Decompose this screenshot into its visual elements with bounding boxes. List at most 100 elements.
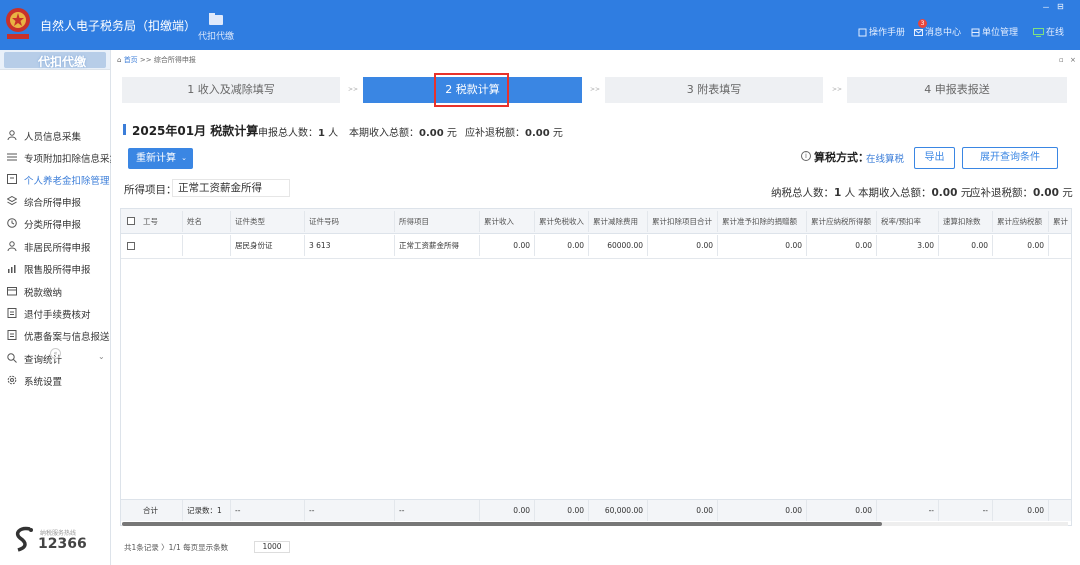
expand-filter-button[interactable]: 展开查询条件 xyxy=(962,147,1058,169)
chevron-down-icon: ⌄ xyxy=(181,154,187,162)
footer-cell: -- xyxy=(305,500,395,521)
recalculate-button[interactable]: 重新计算 ⌄ xyxy=(128,148,193,169)
restore-button[interactable]: ⊟ xyxy=(1057,2,1064,11)
sidebar-item-1[interactable]: 专项附加扣除信息采集 xyxy=(0,147,111,167)
online-status[interactable]: 在线 xyxy=(1033,25,1064,38)
scrollbar-thumb[interactable] xyxy=(122,522,882,526)
section-marker xyxy=(123,124,126,135)
table-cell xyxy=(139,235,183,256)
collapse-sidebar-button[interactable]: « xyxy=(50,348,61,359)
section-title: 2025年01月 税款计算 xyxy=(132,124,259,138)
table-cell: 0.00 xyxy=(939,235,993,256)
table-row[interactable]: 居民身份证 3 613 正常工资薪金所得 0.00 0.00 60000.00 0.00 0.… xyxy=(121,209,1071,259)
table-cell: 0.00 xyxy=(807,235,877,256)
page-size-input[interactable]: 1000 xyxy=(254,541,290,553)
step-submit[interactable]: 4 申报表报送 xyxy=(847,77,1067,103)
manual-link[interactable]: 操作手册 xyxy=(858,25,905,38)
close-page-button[interactable]: × xyxy=(1070,56,1076,64)
chevron-down-icon: ⌄ xyxy=(98,329,105,338)
unit-icon xyxy=(971,28,980,37)
sidebar-item-5[interactable]: 非居民所得申报 xyxy=(0,236,111,256)
footer-cell: 记录数：1 xyxy=(183,500,231,521)
sidebar-item-label: 非居民所得申报 xyxy=(24,243,91,254)
layers-icon xyxy=(7,196,17,206)
table-cell xyxy=(1049,235,1071,256)
period-income-stat: 本期收入总额：0.00 元 xyxy=(349,128,457,139)
nav-withholding-label: 代扣代缴 xyxy=(197,32,234,42)
mail-icon xyxy=(914,29,923,36)
unit-management-link[interactable]: 单位管理 xyxy=(971,25,1018,38)
info-icon[interactable]: i xyxy=(801,151,811,161)
footer-cell: -- xyxy=(231,500,305,521)
table-cell: 居民身份证 xyxy=(231,235,305,256)
tax-refund-stat: 应补退税额：0.00 元 xyxy=(465,128,563,139)
sidebar-item-label: 个人养老金扣除管理 xyxy=(24,176,110,187)
main-content: ⌂ 首页 >> 综合所得申报 ▫ × 1 收入及减除填写 >> 2 税款计算 >… xyxy=(112,50,1080,565)
hotline: 纳税服务热线 12366 xyxy=(12,525,87,556)
sidebar-item-11[interactable]: 系统设置 xyxy=(0,370,111,390)
table-cell: 0.00 xyxy=(480,235,535,256)
table-cell: 60000.00 xyxy=(589,235,648,256)
sidebar-item-7[interactable]: 税款缴纳 xyxy=(0,281,111,301)
income-item-select[interactable]: 正常工资薪金所得 xyxy=(172,179,290,197)
footer-cell: 60,000.00 xyxy=(589,500,648,521)
nav-withholding[interactable]: 代扣代缴 xyxy=(194,12,238,42)
clock-icon xyxy=(7,218,17,228)
step-income[interactable]: 1 收入及减除填写 xyxy=(122,77,340,103)
horizontal-scrollbar[interactable] xyxy=(122,522,1068,526)
sidebar-item-3[interactable]: 综合所得申报 xyxy=(0,191,111,211)
chevron-down-icon: ⌄ xyxy=(98,352,105,361)
person-icon xyxy=(7,130,17,140)
calc-method-label: 算税方式： xyxy=(814,151,869,164)
minimize-button[interactable]: － xyxy=(1042,2,1050,13)
title-bar: 自然人电子税务局（扣缴端） 代扣代缴 － ⊟ 操作手册 3 消息中心 单位管理 … xyxy=(0,0,1080,50)
tax-calc-table: 工号 姓名 证件类型 证件号码 所得项目 累计收入 累计免税收入 累计减除费用 累计扣除项目合计… xyxy=(120,208,1072,526)
folder-icon xyxy=(209,13,223,25)
breadcrumb-separator: >> xyxy=(139,56,152,64)
table-income-stat: 本期收入总额：0.00 元 xyxy=(858,187,972,199)
sidebar-item-label: 税款缴纳 xyxy=(24,288,63,299)
table-cell: 0.00 xyxy=(648,235,718,256)
footer-cell: -- xyxy=(877,500,939,521)
step-highlight-box xyxy=(434,73,509,107)
sidebar-item-4[interactable]: 分类所得申报 xyxy=(0,213,111,233)
hotline-number: 12366 xyxy=(38,536,87,552)
hotline-logo-icon xyxy=(15,526,33,552)
step-separator: >> xyxy=(832,86,843,93)
online-icon xyxy=(1033,28,1044,37)
calc-method-value[interactable]: 在线算税 xyxy=(866,151,904,165)
table-cell: 正常工资薪金所得 xyxy=(395,235,480,256)
sidebar-item-9[interactable]: 优惠备案与信息报送 ⌄ xyxy=(0,325,111,345)
table-cell: 0.00 xyxy=(535,235,589,256)
footer-cell: 0.00 xyxy=(480,500,535,521)
maximize-page-button[interactable]: ▫ xyxy=(1059,56,1064,64)
home-icon[interactable]: ⌂ xyxy=(117,56,121,64)
list-icon xyxy=(7,153,17,161)
sidebar-item-label: 优惠备案与信息报送 xyxy=(24,332,110,343)
sidebar-item-8[interactable]: 退付手续费核对 xyxy=(0,303,111,323)
sidebar-item-2[interactable]: 个人养老金扣除管理 xyxy=(0,169,111,189)
sidebar-item-label: 综合所得申报 xyxy=(24,198,82,209)
message-center-link[interactable]: 消息中心 xyxy=(914,25,961,38)
table-cell: 0.00 xyxy=(718,235,807,256)
table-cell: 3.00 xyxy=(877,235,939,256)
pagination-info: 共1条记录 〉1/1 每页显示条数 xyxy=(124,543,229,552)
search-icon xyxy=(7,353,17,363)
tax-emblem-icon xyxy=(6,8,30,39)
sidebar-item-0[interactable]: 人员信息采集 xyxy=(0,125,111,145)
export-button[interactable]: 导出 xyxy=(914,147,955,169)
declared-people-stat: 申报总人数：1 人 xyxy=(258,128,339,139)
income-item-label: 所得项目： xyxy=(124,184,177,196)
sidebar-item-6[interactable]: 限售股所得申报 xyxy=(0,258,111,278)
breadcrumb-home[interactable]: 首页 xyxy=(124,56,138,64)
sidebar-header: 代扣代缴 xyxy=(0,50,110,70)
footer-cell: 0.00 xyxy=(648,500,718,521)
app-title: 自然人电子税务局（扣缴端） xyxy=(40,19,197,33)
row-checkbox[interactable] xyxy=(127,242,135,250)
table-cell: 0.00 xyxy=(993,235,1049,256)
table-footer-total: 合计 记录数：1 -- -- -- 0.00 0.00 60,000.00 0.00 0.00 0.… xyxy=(121,499,1071,521)
footer-cell: 0.00 xyxy=(535,500,589,521)
document-icon xyxy=(7,330,17,340)
step-schedule[interactable]: 3 附表填写 xyxy=(605,77,823,103)
tax-people-stat: 纳税总人数：1 人 xyxy=(771,187,856,199)
